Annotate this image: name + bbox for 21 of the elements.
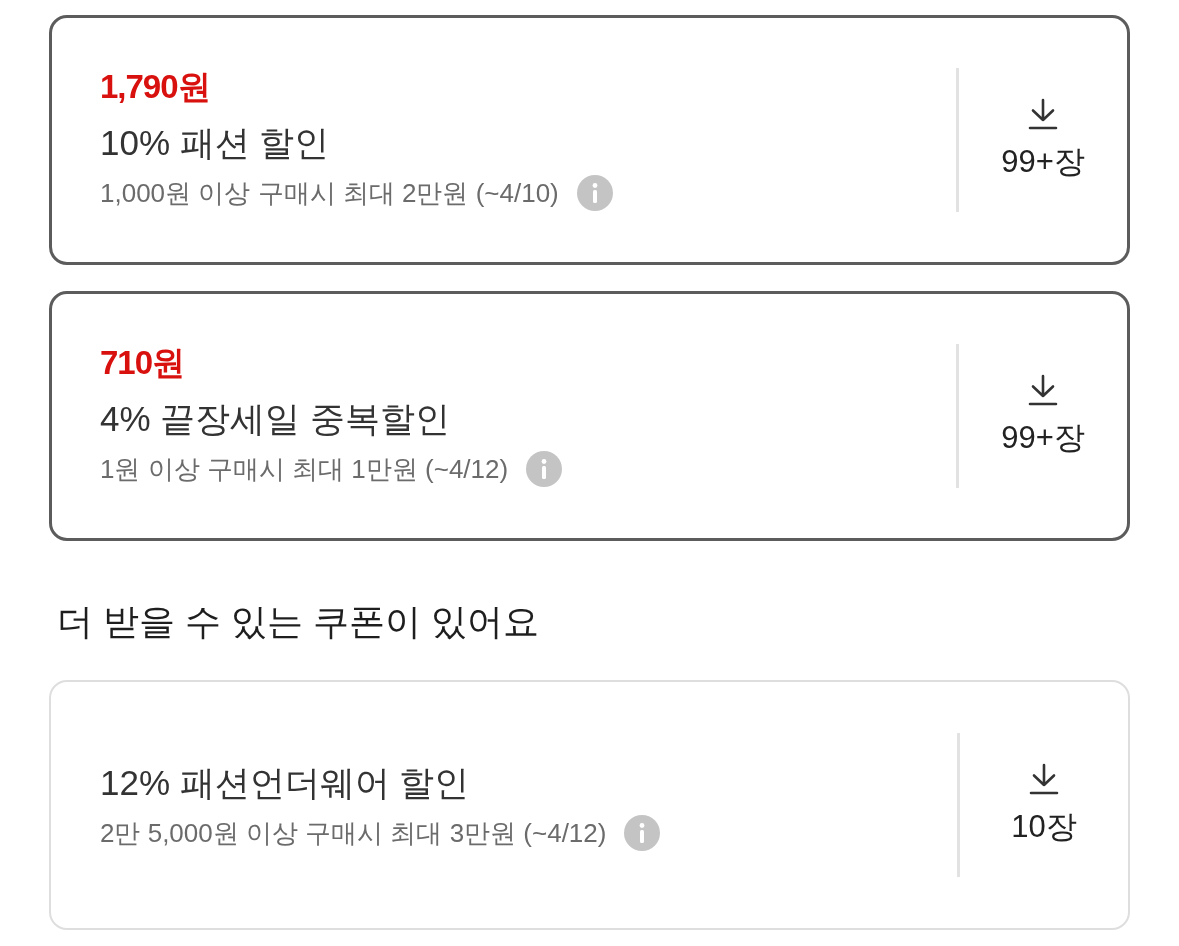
download-icon xyxy=(1027,374,1059,406)
download-coupon-button[interactable]: 99+장 xyxy=(959,374,1127,458)
download-coupon-button[interactable]: 99+장 xyxy=(959,98,1127,182)
download-icon xyxy=(1027,98,1059,130)
download-coupon-button[interactable]: 10장 xyxy=(960,763,1128,847)
coupon-card[interactable]: 710원 4% 끝장세일 중복할인 1원 이상 구매시 최대 1만원 (~4/12) 99+장 xyxy=(49,291,1130,541)
coupon-title: 4% 끝장세일 중복할인 xyxy=(100,398,451,440)
coupon-card[interactable]: 12% 패션언더웨어 할인 2만 5,000원 이상 구매시 최대 3만원 (~4/12) 10장 xyxy=(49,680,1130,930)
section-heading: 더 받을 수 있는 쿠폰이 있어요 xyxy=(56,600,540,644)
info-icon[interactable] xyxy=(624,815,661,851)
download-icon xyxy=(1028,763,1060,795)
discount-amount: 710원 xyxy=(100,345,185,381)
coupon-title: 10% 패션 할인 xyxy=(100,122,330,164)
coupon-condition: 1원 이상 구매시 최대 1만원 (~4/12) xyxy=(100,453,509,486)
coupon-condition: 1,000원 이상 구매시 최대 2만원 (~4/10) xyxy=(100,177,559,210)
discount-amount: 1,790원 xyxy=(100,69,210,105)
coupon-title: 12% 패션언더웨어 할인 xyxy=(100,762,470,804)
info-icon[interactable] xyxy=(526,451,563,487)
coupon-condition: 2만 5,000원 이상 구매시 최대 3만원 (~4/12) xyxy=(100,817,607,850)
coupon-card[interactable]: 1,790원 10% 패션 할인 1,000원 이상 구매시 최대 2만원 (~4/10) 99+장 xyxy=(49,15,1130,265)
info-icon[interactable] xyxy=(576,175,613,211)
